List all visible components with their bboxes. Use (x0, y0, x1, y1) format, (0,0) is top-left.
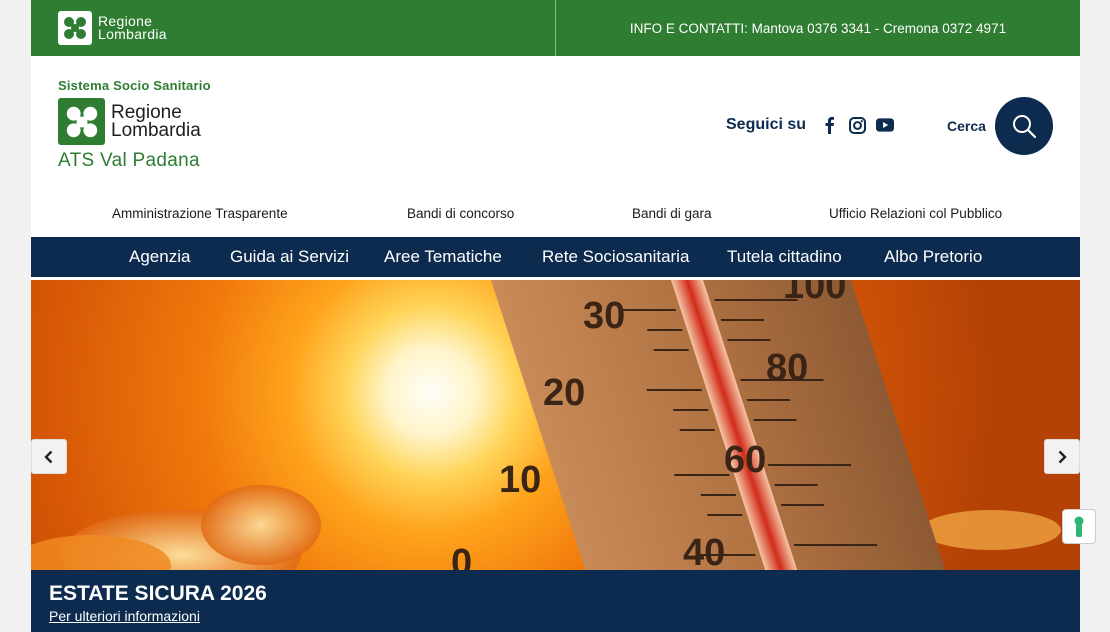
temp-label-30: 30 (583, 295, 625, 337)
chevron-right-icon (1058, 450, 1067, 463)
brand-region-text: Regione Lombardia (111, 101, 201, 141)
header: Sistema Socio Sanitario Regione Lombardi… (31, 56, 1080, 194)
nav-rete-sociosanitaria[interactable]: Rete Sociosanitaria (542, 247, 689, 267)
nav-agenzia[interactable]: Agenzia (129, 247, 190, 267)
brand-line1: Regione (111, 101, 182, 123)
nav-tutela-cittadino[interactable]: Tutela cittadino (727, 247, 842, 267)
brand-ats-name: ATS Val Padana (58, 150, 200, 171)
regione-lombardia-top-logo[interactable]: Regione Lombardia (58, 11, 167, 45)
nav-aree-tematiche[interactable]: Aree Tematiche (384, 247, 502, 267)
link-urp[interactable]: Ufficio Relazioni col Pubblico (829, 206, 1002, 221)
link-amministrazione-trasparente[interactable]: Amministrazione Trasparente (112, 206, 288, 221)
top-bar: Regione Lombardia INFO E CONTATTI: Manto… (31, 0, 1080, 56)
temp-label-80: 80 (766, 347, 808, 389)
link-bandi-gara[interactable]: Bandi di gara (632, 206, 712, 221)
temp-label-10: 10 (499, 459, 541, 501)
thermometer-illustration: 30 20 10 0 100 80 60 40 (31, 280, 1061, 570)
slider-prev-button[interactable] (31, 439, 67, 474)
temp-label-60: 60 (724, 439, 766, 481)
page: Regione Lombardia INFO E CONTATTI: Manto… (31, 0, 1080, 632)
instagram-icon[interactable] (848, 116, 866, 134)
regione-logo-icon (58, 98, 105, 145)
brand-line2: Lombardia (111, 119, 201, 141)
chevron-left-icon (44, 450, 53, 463)
main-navigation: Agenzia Guida ai Servizi Aree Tematiche … (31, 237, 1080, 278)
brand-system-label: Sistema Socio Sanitario (58, 78, 211, 93)
ats-brand-logo[interactable]: Sistema Socio Sanitario Regione Lombardi… (58, 78, 211, 172)
social-links: Seguici su (726, 116, 895, 134)
nav-albo-pretorio[interactable]: Albo Pretorio (884, 247, 982, 267)
search-label[interactable]: Cerca (947, 118, 986, 134)
temp-label-0: 0 (451, 542, 472, 570)
slide-more-link[interactable]: Per ulteriori informazioni (49, 608, 200, 624)
search-icon (1013, 115, 1037, 139)
social-label: Seguici su (726, 116, 807, 133)
temp-label-100: 100 (783, 280, 846, 307)
slide-title: ESTATE SICURA 2026 (49, 582, 267, 605)
regione-logo-icon (58, 11, 92, 45)
hero-slide-image: 30 20 10 0 100 80 60 40 (31, 280, 1080, 570)
temp-label-40: 40 (683, 532, 725, 570)
top-logo-line2: Lombardia (98, 26, 167, 42)
search-button[interactable] (995, 97, 1053, 155)
link-bandi-concorso[interactable]: Bandi di concorso (407, 206, 514, 221)
contact-info: INFO E CONTATTI: Mantova 0376 3341 - Cre… (629, 20, 1007, 36)
top-logo-text: Regione Lombardia (98, 14, 167, 42)
youtube-icon[interactable] (876, 116, 895, 134)
brand-row: Regione Lombardia (58, 98, 211, 145)
temp-label-20: 20 (543, 372, 585, 414)
accessibility-icon (1074, 516, 1084, 537)
accessibility-button[interactable] (1062, 509, 1096, 544)
nav-guida-servizi[interactable]: Guida ai Servizi (230, 247, 349, 267)
slide-caption: ESTATE SICURA 2026 Per ulteriori informa… (31, 570, 1080, 632)
slider-next-button[interactable] (1044, 439, 1080, 474)
facebook-icon[interactable] (820, 116, 838, 134)
utility-links: Amministrazione Trasparente Bandi di con… (31, 194, 1080, 236)
